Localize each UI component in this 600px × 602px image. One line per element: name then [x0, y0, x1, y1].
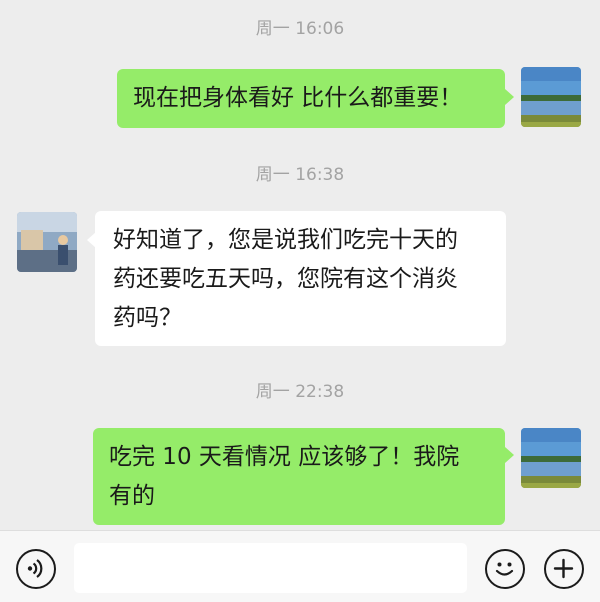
message-bubble[interactable]: 好知道了，您是说我们吃完十天的 药还要吃五天吗，您院有这个消炎 药吗？	[95, 211, 506, 346]
lake-avatar[interactable]	[521, 67, 581, 127]
bubble-tail	[505, 447, 514, 463]
lake-photo	[521, 428, 581, 488]
bubble-tail	[505, 89, 514, 105]
voice-button[interactable]	[16, 549, 56, 589]
message-bubble[interactable]: 现在把身体看好 比什么都重要！	[117, 69, 505, 128]
lake-avatar[interactable]	[521, 428, 581, 488]
person-avatar[interactable]	[17, 212, 77, 272]
plus-icon	[553, 558, 574, 579]
input-bar	[0, 530, 600, 602]
timestamp: 周一 16:38	[255, 165, 345, 185]
plus-button[interactable]	[544, 549, 584, 589]
message-bubble[interactable]: 吃完 10 天看情况 应该够了！我院 有的	[93, 428, 505, 525]
timestamp: 周一 22:38	[255, 382, 345, 402]
lake-photo	[521, 67, 581, 127]
person-photo	[17, 212, 77, 272]
timestamp: 周一 16:06	[255, 19, 345, 39]
emoji-button[interactable]	[485, 549, 525, 589]
voice-icon	[27, 559, 43, 578]
message-input[interactable]	[74, 543, 467, 593]
emoji-icon	[495, 562, 514, 576]
